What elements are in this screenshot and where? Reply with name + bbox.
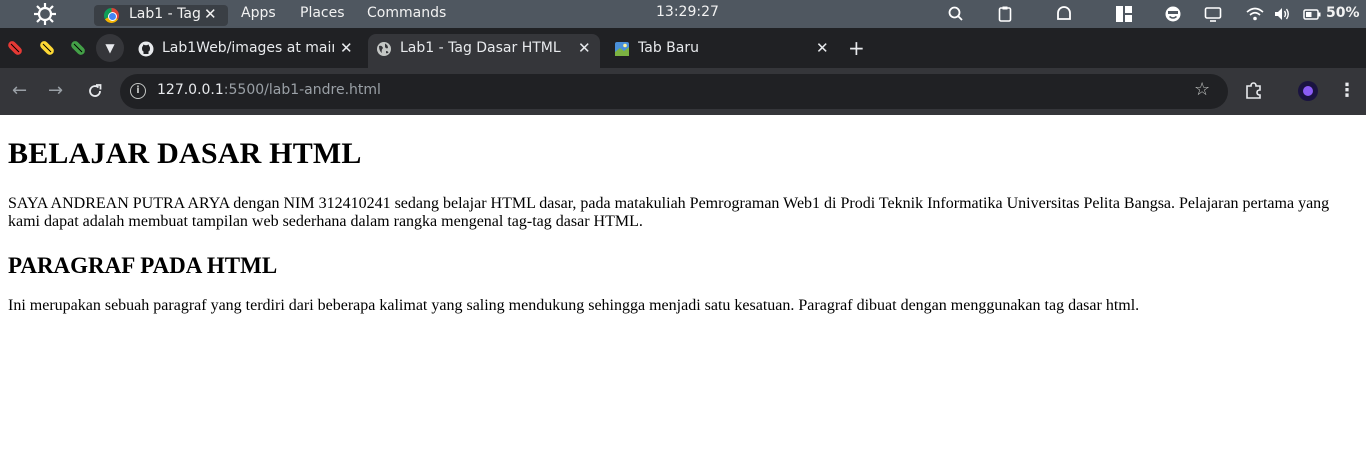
new-tab-plus-icon[interactable]: + (848, 36, 865, 60)
workspace-grid-icon[interactable] (1115, 5, 1133, 23)
tab-lab1-close-icon[interactable]: ✕ (578, 39, 591, 57)
yellow-extension-icon[interactable] (37, 38, 57, 58)
reload-icon[interactable] (86, 82, 104, 100)
taskbar-chrome-window[interactable]: Lab1 - Tag ✕ (94, 5, 228, 26)
wifi-icon[interactable] (1246, 5, 1264, 23)
address-url[interactable]: 127.0.0.1:5500/lab1-andre.html (157, 82, 381, 98)
chrome-icon (104, 8, 119, 23)
section-heading: PARAGRAF PADA HTML (8, 253, 278, 278)
new-tab-icon (615, 42, 629, 56)
profile-avatar[interactable] (1298, 81, 1318, 101)
browser-toolbar: ← → i 127.0.0.1:5500/lab1-andre.html ☆ ⋮ (0, 68, 1366, 115)
clipboard-icon[interactable] (996, 5, 1014, 23)
menu-commands[interactable]: Commands (367, 5, 446, 21)
tab-github[interactable]: Lab1Web/images at main ✕ (130, 34, 360, 68)
tab-search-chevron-icon[interactable]: ▼ (96, 34, 124, 62)
tab-lab1-label: Lab1 - Tag Dasar HTML (400, 40, 561, 56)
menu-kebab-icon[interactable]: ⋮ (1338, 80, 1356, 101)
system-logo-icon[interactable] (32, 2, 58, 26)
page-content: BELAJAR DASAR HTML SAYA ANDREAN PUTRA AR… (0, 115, 1366, 476)
intro-paragraph: SAYA ANDREAN PUTRA ARYA dengan NIM 31241… (8, 195, 1330, 230)
tab-strip: ▼ Lab1Web/images at main ✕ Lab1 - Tag Da… (0, 28, 1366, 68)
menu-apps[interactable]: Apps (241, 5, 276, 21)
search-icon[interactable] (947, 5, 965, 23)
github-icon (138, 41, 154, 57)
url-host: 127.0.0.1 (157, 82, 224, 98)
tab-lab1[interactable]: Lab1 - Tag Dasar HTML ✕ (368, 34, 600, 68)
url-path: :5500/lab1-andre.html (223, 82, 381, 98)
red-extension-icon[interactable] (5, 38, 25, 58)
display-icon[interactable] (1204, 5, 1222, 23)
battery-icon[interactable] (1303, 5, 1321, 23)
bookmark-star-icon[interactable]: ☆ (1194, 79, 1210, 100)
taskbar-window-title: Lab1 - Tag (129, 6, 201, 22)
battery-percentage: 50% (1326, 5, 1360, 21)
menu-places[interactable]: Places (300, 5, 345, 21)
volume-icon[interactable] (1273, 5, 1291, 23)
site-info-icon[interactable]: i (130, 83, 146, 99)
section-paragraph: Ini merupakan sebuah paragraf yang terdi… (8, 297, 1140, 314)
green-extension-icon[interactable] (68, 38, 88, 58)
tab-new-close-icon[interactable]: ✕ (816, 39, 829, 57)
tab-github-close-icon[interactable]: ✕ (340, 39, 353, 57)
notification-icon[interactable] (1055, 5, 1073, 23)
os-top-bar: Lab1 - Tag ✕ Apps Places Commands 13:29:… (0, 0, 1366, 28)
tab-github-label: Lab1Web/images at main (162, 40, 334, 56)
globe-icon (377, 42, 391, 56)
extensions-puzzle-icon[interactable] (1244, 80, 1264, 100)
tab-new-label: Tab Baru (638, 40, 699, 56)
tab-new[interactable]: Tab Baru ✕ (606, 34, 838, 68)
taskbar-close-icon[interactable]: ✕ (204, 5, 217, 23)
emoji-icon[interactable] (1164, 5, 1182, 23)
forward-arrow-icon[interactable]: → (48, 80, 63, 101)
back-arrow-icon[interactable]: ← (12, 80, 27, 101)
page-heading: BELAJAR DASAR HTML (8, 137, 362, 170)
clock[interactable]: 13:29:27 (656, 4, 719, 20)
address-bar[interactable]: i 127.0.0.1:5500/lab1-andre.html ☆ (120, 74, 1228, 109)
